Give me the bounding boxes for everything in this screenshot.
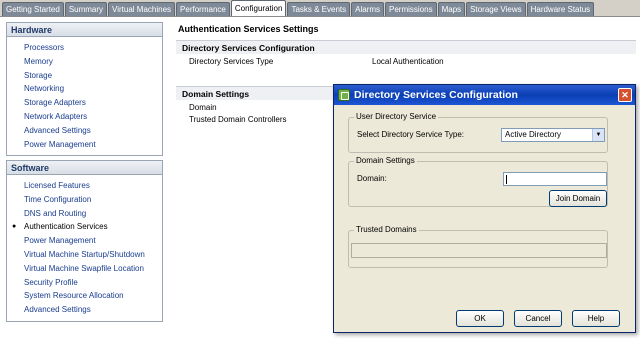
software-item-label: Authentication Services xyxy=(24,222,108,232)
domain-settings-group-label: Domain Settings xyxy=(354,156,417,165)
domain-settings-group: Domain Settings Domain: Join Domain xyxy=(348,156,608,207)
tab-permissions[interactable]: Permissions xyxy=(385,2,437,16)
select-type-label: Select Directory Service Type: xyxy=(357,130,465,139)
hardware-item-storage-adapters[interactable]: Storage Adapters xyxy=(7,96,162,110)
software-item-dns-routing[interactable]: DNS and Routing xyxy=(7,207,162,221)
tab-virtual-machines[interactable]: Virtual Machines xyxy=(108,2,176,16)
software-item-advanced-settings[interactable]: Advanced Settings xyxy=(7,303,162,317)
hardware-item-memory[interactable]: Memory xyxy=(7,55,162,69)
trusted-domains-group: Trusted Domains xyxy=(348,225,608,268)
bullet-icon: ● xyxy=(12,223,17,231)
hardware-item-storage[interactable]: Storage xyxy=(7,69,162,83)
close-icon[interactable]: ✕ xyxy=(618,88,632,102)
cancel-button[interactable]: Cancel xyxy=(514,310,562,327)
join-domain-button[interactable]: Join Domain xyxy=(549,190,607,207)
page-title: Authentication Services Settings xyxy=(178,24,319,34)
hardware-item-power-management[interactable]: Power Management xyxy=(7,138,162,152)
tab-alarms[interactable]: Alarms xyxy=(351,2,385,16)
tab-configuration[interactable]: Configuration xyxy=(230,0,287,16)
software-header: Software xyxy=(7,161,162,175)
software-item-security-profile[interactable]: Security Profile xyxy=(7,276,162,290)
tab-bar: Getting Started Summary Virtual Machines… xyxy=(0,0,640,17)
software-item-licensed-features[interactable]: Licensed Features xyxy=(7,179,162,193)
tab-maps[interactable]: Maps xyxy=(437,2,466,16)
tab-getting-started[interactable]: Getting Started xyxy=(2,2,64,16)
hardware-header: Hardware xyxy=(7,23,162,37)
tab-performance[interactable]: Performance xyxy=(176,2,230,16)
directory-type-select-value: Active Directory xyxy=(505,130,562,139)
directory-services-icon xyxy=(338,89,350,101)
directory-type-select[interactable]: Active Directory ▼ xyxy=(501,128,605,142)
hardware-item-network-adapters[interactable]: Network Adapters xyxy=(7,110,162,124)
directory-type-value: Local Authentication xyxy=(372,57,444,66)
hardware-item-advanced-settings[interactable]: Advanced Settings xyxy=(7,124,162,138)
directory-services-section-header: Directory Services Configuration xyxy=(176,40,636,54)
tab-tasks-events[interactable]: Tasks & Events xyxy=(287,2,351,16)
user-directory-group: User Directory Service Select Directory … xyxy=(348,112,608,153)
software-item-power-management[interactable]: Power Management xyxy=(7,234,162,248)
help-button[interactable]: Help xyxy=(572,310,620,327)
dialog-titlebar[interactable]: Directory Services Configuration ✕ xyxy=(334,85,635,105)
software-item-time-configuration[interactable]: Time Configuration xyxy=(7,193,162,207)
tab-hardware-status[interactable]: Hardware Status xyxy=(526,2,595,16)
tab-summary[interactable]: Summary xyxy=(64,2,108,16)
software-panel: Software Licensed Features Time Configur… xyxy=(6,160,163,322)
directory-type-label: Directory Services Type xyxy=(189,57,274,66)
software-item-vm-swapfile-location[interactable]: Virtual Machine Swapfile Location xyxy=(7,262,162,276)
hardware-item-processors[interactable]: Processors xyxy=(7,41,162,55)
software-item-vm-startup-shutdown[interactable]: Virtual Machine Startup/Shutdown xyxy=(7,248,162,262)
domain-field-label: Domain: xyxy=(357,174,387,183)
domain-input[interactable] xyxy=(503,172,607,186)
dialog-title: Directory Services Configuration xyxy=(354,89,518,101)
software-item-authentication-services[interactable]: ● Authentication Services xyxy=(7,220,162,234)
hardware-item-networking[interactable]: Networking xyxy=(7,82,162,96)
chevron-down-icon[interactable]: ▼ xyxy=(592,129,604,141)
tab-storage-views[interactable]: Storage Views xyxy=(466,2,526,16)
trusted-domains-list xyxy=(351,243,607,258)
software-item-system-resource-allocation[interactable]: System Resource Allocation xyxy=(7,289,162,303)
hardware-panel: Hardware Processors Memory Storage Netwo… xyxy=(6,22,163,156)
trusted-domains-group-label: Trusted Domains xyxy=(354,225,419,234)
directory-services-dialog: Directory Services Configuration ✕ User … xyxy=(333,84,636,333)
user-directory-group-label: User Directory Service xyxy=(354,112,439,121)
ok-button[interactable]: OK xyxy=(456,310,504,327)
domain-label: Domain xyxy=(189,103,217,112)
trusted-domain-controllers-label: Trusted Domain Controllers xyxy=(189,115,287,124)
text-caret xyxy=(506,175,507,184)
